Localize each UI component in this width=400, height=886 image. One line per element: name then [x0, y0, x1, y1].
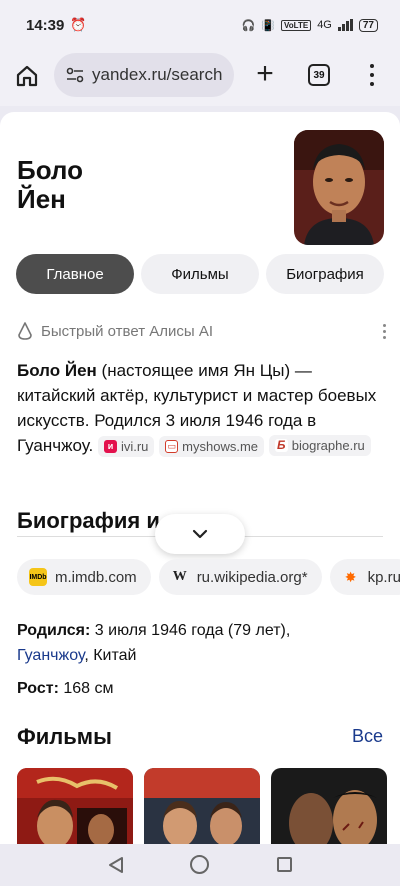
alarm-icon: ⏰	[70, 17, 87, 32]
battery-icon: 77	[358, 18, 378, 32]
source-links: IMDb m.imdb.com W ru.wikipedia.org* ✸ kp…	[17, 559, 400, 595]
source-chip-ivi[interactable]: и ivi.ru	[97, 436, 155, 457]
signal-icon	[337, 19, 353, 31]
volte-badge: VoLTE	[281, 19, 312, 31]
vibrate-icon: 📳	[261, 19, 276, 32]
expand-button[interactable]	[155, 514, 245, 554]
more-options-icon[interactable]	[381, 323, 387, 339]
tab-biography[interactable]: Биография	[266, 254, 384, 294]
link-imdb[interactable]: IMDb m.imdb.com	[17, 559, 151, 595]
url-text: yandex.ru/search	[92, 65, 223, 84]
address-bar[interactable]: yandex.ru/search	[54, 53, 234, 97]
status-icons: 🎧 📳 VoLTE 4G 77	[241, 18, 378, 32]
status-bar: 14:39 ⏰ 🎧 📳 VoLTE 4G 77	[0, 0, 400, 50]
tab-switcher-button[interactable]: 39	[308, 64, 330, 86]
films-all-link[interactable]: Все	[352, 726, 383, 747]
search-result-card: Боло Йен Главное Фильмы Биография Быстры…	[0, 112, 400, 844]
headphones-icon: 🎧	[241, 19, 256, 32]
alice-icon	[18, 322, 32, 340]
browser-toolbar: yandex.ru/search + 39	[0, 50, 400, 106]
film-poster[interactable]	[17, 768, 133, 844]
link-kinopoisk[interactable]: ✸ kp.ru	[329, 559, 400, 595]
answer-subject: Боло Йен	[17, 361, 97, 380]
result-tabs: Главное Фильмы Биография	[16, 254, 384, 294]
entity-title: Боло Йен	[17, 155, 83, 214]
biographe-icon: Б	[274, 438, 288, 452]
imdb-icon: IMDb	[29, 568, 47, 586]
link-wikipedia[interactable]: W ru.wikipedia.org*	[158, 559, 322, 595]
entity-photo[interactable]	[294, 130, 384, 245]
tab-main[interactable]: Главное	[16, 254, 134, 294]
recents-icon[interactable]	[277, 857, 292, 872]
film-poster[interactable]	[144, 768, 260, 844]
fact-born: Родился: 3 июля 1946 года (79 лет), Гуан…	[17, 622, 291, 664]
quick-answer: Боло Йен (настоящее имя Ян Цы) — китайск…	[17, 358, 383, 458]
films-carousel	[17, 768, 387, 844]
network-label: 4G	[317, 19, 332, 31]
system-nav-bar	[0, 844, 400, 886]
biography-heading: Биография и	[17, 508, 160, 533]
home-icon[interactable]	[15, 64, 39, 88]
myshows-icon: ▭	[165, 440, 179, 453]
source-chip-myshows[interactable]: ▭ myshows.me	[159, 436, 265, 457]
alice-label: Быстрый ответ Алисы AI	[41, 322, 213, 340]
source-chip-biographe[interactable]: Бbiographe.ru	[268, 435, 371, 456]
tab-films[interactable]: Фильмы	[141, 254, 259, 294]
birthplace-link[interactable]: Гуанчжоу	[17, 647, 84, 664]
films-heading: Фильмы	[17, 724, 112, 749]
chevron-down-icon	[192, 529, 208, 539]
home-nav-icon[interactable]	[190, 855, 209, 874]
back-icon[interactable]	[108, 856, 124, 874]
status-time: 14:39	[26, 16, 65, 34]
ivi-icon: и	[103, 440, 117, 453]
kinopoisk-icon: ✸	[344, 568, 357, 585]
fact-height: Рост: 168 см	[17, 680, 114, 697]
browser-menu-button[interactable]	[364, 62, 380, 88]
film-poster[interactable]	[271, 768, 387, 844]
alice-header: Быстрый ответ Алисы AI	[17, 322, 387, 340]
wikipedia-icon: W	[172, 569, 187, 584]
site-settings-icon[interactable]	[66, 67, 84, 83]
new-tab-button[interactable]: +	[252, 59, 278, 89]
